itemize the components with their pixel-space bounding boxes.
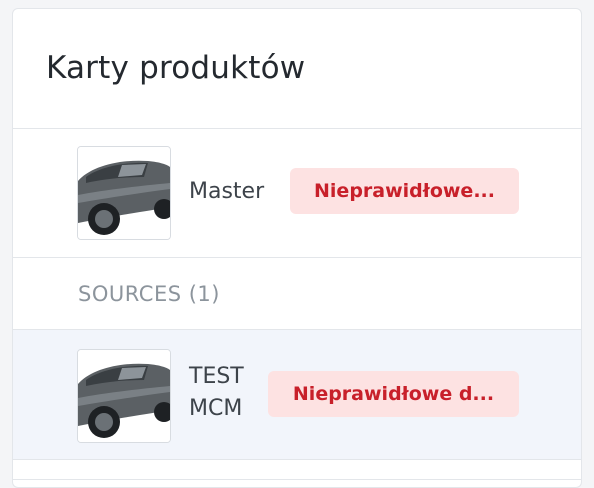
source-status-badge: Nieprawidłowe d... — [268, 371, 519, 417]
list-continuation — [13, 460, 581, 480]
source-name: TEST MCM — [189, 364, 244, 421]
car-image — [78, 147, 170, 239]
source-row[interactable]: TEST MCM Nieprawidłowe d... — [13, 330, 581, 460]
sources-section-header: SOURCES (1) — [13, 258, 581, 330]
product-cards-panel: Karty produktów Master Nieprawidłowe... … — [12, 8, 582, 488]
panel-header: Karty produktów — [13, 9, 581, 129]
master-product-thumbnail — [77, 146, 171, 240]
source-product-thumbnail — [77, 349, 171, 443]
sources-label: SOURCES (1) — [78, 281, 220, 306]
car-image — [78, 350, 170, 442]
panel-title: Karty produktów — [46, 49, 306, 86]
master-row[interactable]: Master Nieprawidłowe... — [13, 129, 581, 258]
master-name: Master — [189, 179, 265, 204]
master-status-badge: Nieprawidłowe... — [290, 168, 519, 214]
